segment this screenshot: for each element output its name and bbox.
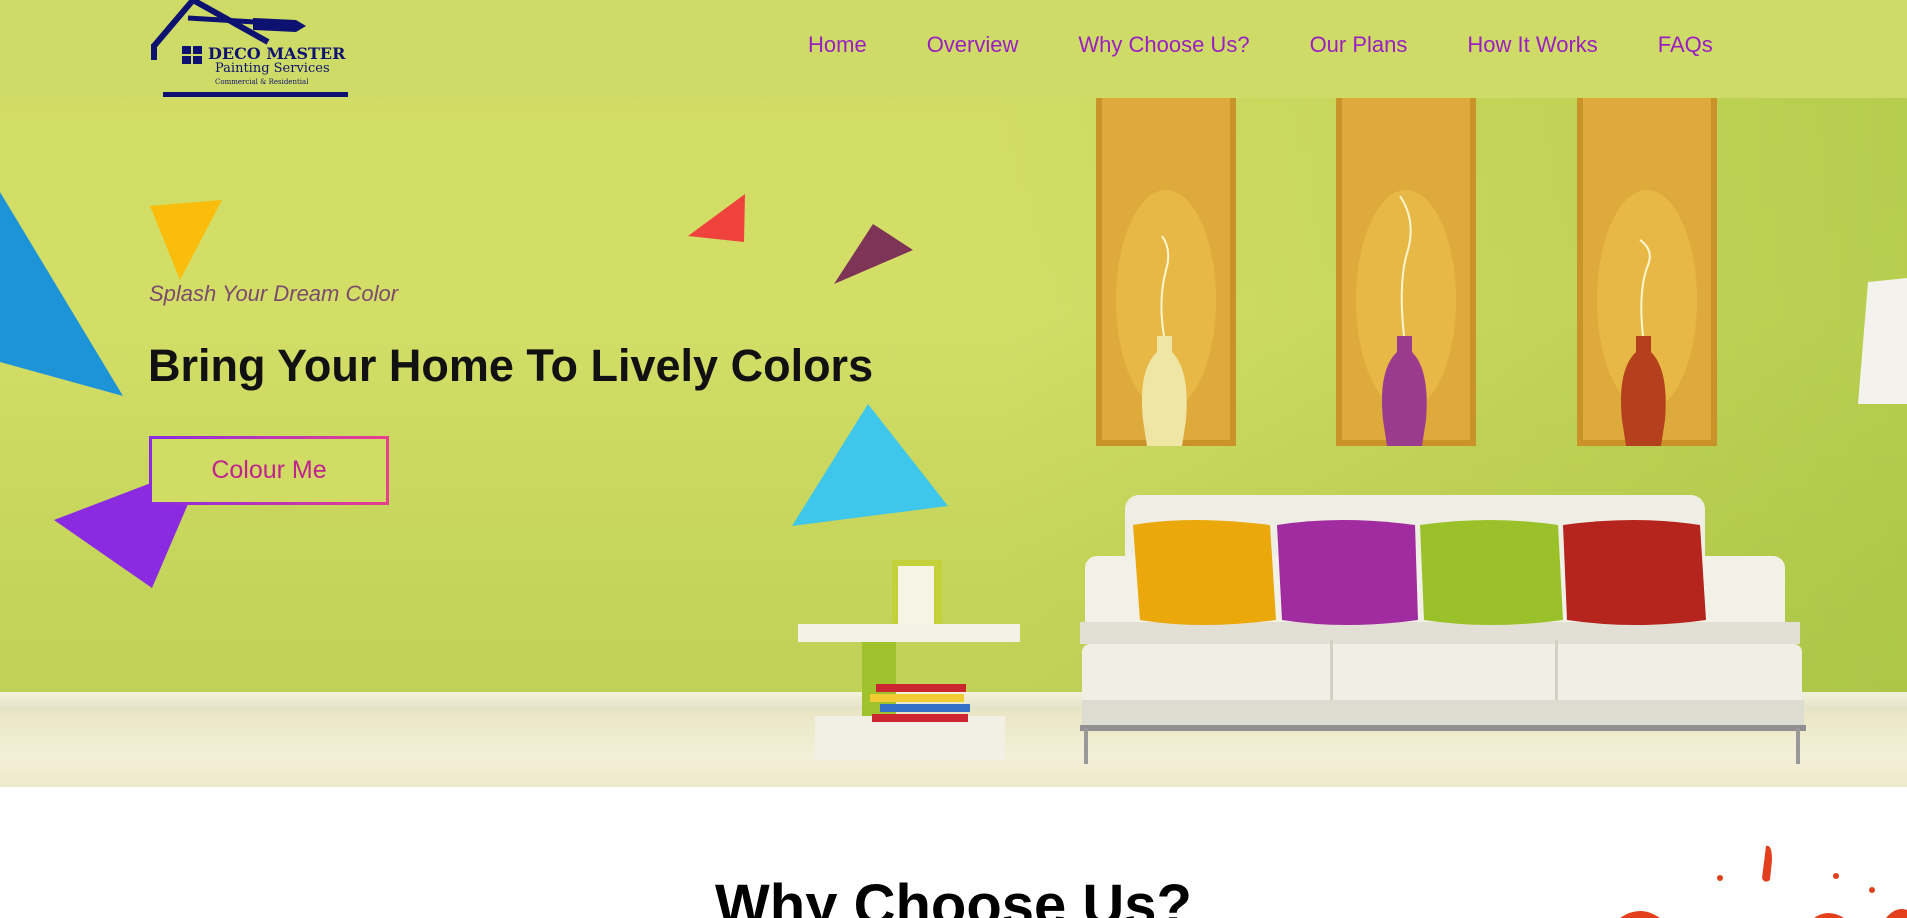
triangle-blue — [0, 192, 123, 396]
nav-our-plans[interactable]: Our Plans — [1310, 32, 1408, 58]
hero-tagline: Splash Your Dream Color — [149, 281, 399, 306]
nav-faqs[interactable]: FAQs — [1658, 32, 1713, 58]
nav-why-choose-us[interactable]: Why Choose Us? — [1078, 32, 1249, 58]
triangle-plum — [834, 224, 913, 284]
triangle-red — [688, 194, 745, 242]
hero-banner — [0, 0, 1907, 787]
hero-headline: Bring Your Home To Lively Colors — [148, 340, 874, 391]
nav-overview[interactable]: Overview — [927, 32, 1019, 58]
window-icon — [182, 46, 202, 64]
section-title: Why Choose Us? — [715, 873, 1192, 918]
nav-home[interactable]: Home — [808, 32, 867, 58]
brand-logo[interactable]: DECO MASTER Painting Services Commercial… — [148, 0, 348, 98]
brand-tagline: Commercial & Residential — [215, 78, 309, 86]
triangle-yellow — [150, 200, 222, 280]
colour-me-button[interactable]: Colour Me — [149, 436, 389, 505]
navbar: DECO MASTER Painting Services Commercial… — [0, 0, 1907, 98]
main-nav: Home Overview Why Choose Us? Our Plans H… — [808, 32, 1713, 58]
paintbrush-icon — [253, 18, 306, 32]
decorative-triangles — [0, 192, 948, 588]
logo-underline — [163, 92, 348, 97]
triangle-cyan — [792, 404, 948, 526]
nav-how-it-works[interactable]: How It Works — [1467, 32, 1597, 58]
brand-subtitle: Painting Services — [215, 61, 330, 76]
